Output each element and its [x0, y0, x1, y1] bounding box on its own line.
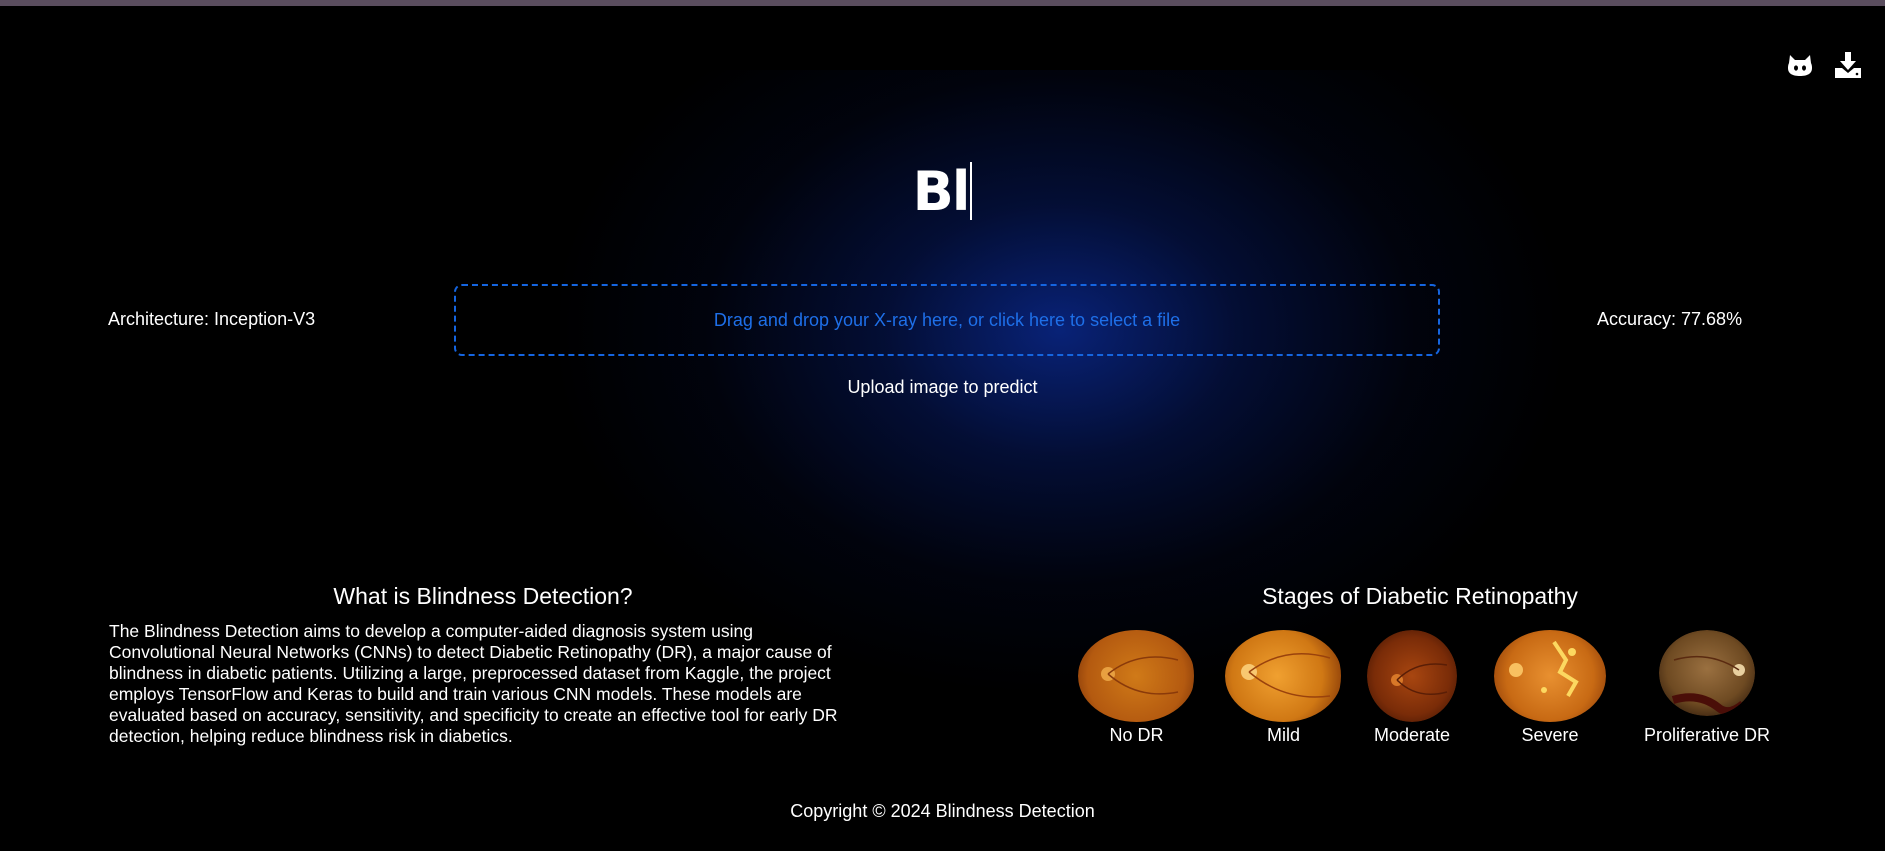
top-icon-bar: [1785, 50, 1863, 80]
dropzone-text: Drag and drop your X-ray here, or click …: [713, 309, 1181, 330]
page-title: Bl: [0, 160, 1885, 223]
file-dropzone[interactable]: Drag and drop your X-ray here, or click …: [454, 284, 1440, 356]
retina-image-proliferative-dr: [1659, 630, 1755, 716]
stage-mild: Mild: [1225, 630, 1342, 745]
stage-label: Moderate: [1373, 725, 1451, 745]
stages-title: Stages of Diabetic Retinopathy: [1262, 583, 1578, 609]
stage-label: Mild: [1266, 725, 1300, 745]
stage-label: No DR: [1109, 725, 1164, 745]
download-icon[interactable]: [1833, 50, 1863, 80]
stage-proliferative-dr: Proliferative DR: [1644, 630, 1770, 745]
stage-label: Proliferative DR: [1643, 725, 1771, 745]
stage-no-dr: No DR: [1078, 630, 1195, 745]
architecture-label: Architecture: Inception-V3: [108, 309, 316, 329]
stage-label: Severe: [1521, 725, 1579, 745]
upload-status: Upload image to predict: [847, 377, 1038, 397]
about-title: What is Blindness Detection?: [333, 583, 633, 609]
retina-image-severe: [1494, 630, 1606, 722]
about-text: The Blindness Detection aims to develop …: [109, 621, 838, 746]
page-title-text: Bl: [912, 160, 971, 223]
github-icon[interactable]: [1785, 50, 1815, 80]
stage-moderate: Moderate: [1367, 630, 1457, 745]
stage-severe: Severe: [1494, 630, 1606, 745]
accuracy-label: Accuracy: 77.68%: [1597, 309, 1743, 329]
typing-cursor: [970, 162, 973, 220]
footer-copyright: Copyright © 2024 Blindness Detection: [790, 801, 1095, 821]
retina-image-moderate: [1367, 630, 1457, 722]
retina-image-no-dr: [1078, 630, 1194, 722]
window-top-bar: [0, 0, 1885, 6]
retina-image-mild: [1225, 630, 1341, 722]
